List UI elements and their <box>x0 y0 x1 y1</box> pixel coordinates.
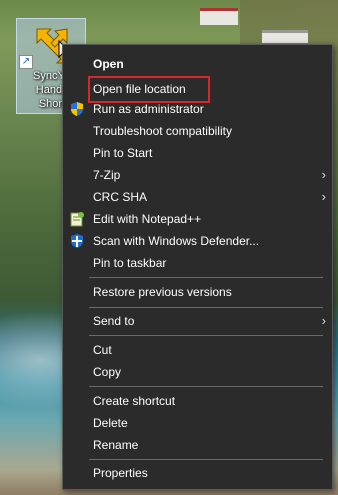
menu-item-label: Restore previous versions <box>93 285 232 299</box>
menu-item-label: Copy <box>93 365 122 379</box>
menu-item-label: Properties <box>93 466 148 480</box>
menu-item-edit-with-notepad[interactable]: Edit with Notepad++ <box>63 208 332 230</box>
menu-item-7zip[interactable]: 7-Zip › <box>63 164 332 186</box>
notepad-plus-plus-icon <box>70 212 84 227</box>
menu-item-troubleshoot-compatibility[interactable]: Troubleshoot compatibility <box>63 120 332 142</box>
menu-item-run-as-administrator[interactable]: Run as administrator <box>63 98 332 120</box>
menu-item-label: Pin to taskbar <box>93 256 167 270</box>
menu-item-label: Open <box>93 57 124 71</box>
menu-item-restore-previous-versions[interactable]: Restore previous versions <box>63 281 332 303</box>
menu-item-label: Run as administrator <box>93 102 204 116</box>
menu-item-label: Rename <box>93 438 139 452</box>
menu-separator <box>89 386 323 387</box>
menu-item-label: Scan with Windows Defender... <box>93 234 260 248</box>
chevron-right-icon: › <box>321 313 326 328</box>
shortcut-overlay-icon: ↗ <box>19 55 33 69</box>
menu-item-rename[interactable]: Rename <box>63 434 332 456</box>
menu-item-create-shortcut[interactable]: Create shortcut <box>63 390 332 412</box>
menu-item-crc-sha[interactable]: CRC SHA › <box>63 186 332 208</box>
menu-separator <box>89 277 323 278</box>
menu-item-label: Send to <box>93 314 135 328</box>
menu-item-properties[interactable]: Properties <box>63 462 332 484</box>
menu-separator <box>89 459 323 460</box>
wallpaper-barn <box>262 30 308 43</box>
menu-item-label: 7-Zip <box>93 168 121 182</box>
uac-shield-icon <box>71 102 83 116</box>
chevron-right-icon: › <box>321 189 326 204</box>
menu-item-pin-to-start[interactable]: Pin to Start <box>63 142 332 164</box>
menu-item-label: Troubleshoot compatibility <box>93 124 232 138</box>
menu-item-delete[interactable]: Delete <box>63 412 332 434</box>
menu-item-send-to[interactable]: Send to › <box>63 310 332 332</box>
menu-item-label: Pin to Start <box>93 146 153 160</box>
menu-item-label: CRC SHA <box>93 190 148 204</box>
wallpaper-farmhouse <box>200 8 238 25</box>
menu-item-label: Edit with Notepad++ <box>93 212 202 226</box>
menu-item-pin-to-taskbar[interactable]: Pin to taskbar <box>63 252 332 274</box>
menu-separator <box>89 335 323 336</box>
menu-item-open[interactable]: Open <box>63 53 332 75</box>
menu-item-label: Create shortcut <box>93 394 176 408</box>
chevron-right-icon: › <box>321 167 326 182</box>
menu-separator <box>89 307 323 308</box>
windows-defender-icon <box>71 234 83 248</box>
menu-item-label: Delete <box>93 416 128 430</box>
context-menu: Open Open file location Run as administr… <box>62 44 333 490</box>
menu-item-cut[interactable]: Cut <box>63 339 332 361</box>
menu-item-copy[interactable]: Copy <box>63 361 332 383</box>
menu-item-scan-with-defender[interactable]: Scan with Windows Defender... <box>63 230 332 252</box>
menu-item-label: Cut <box>93 343 112 357</box>
